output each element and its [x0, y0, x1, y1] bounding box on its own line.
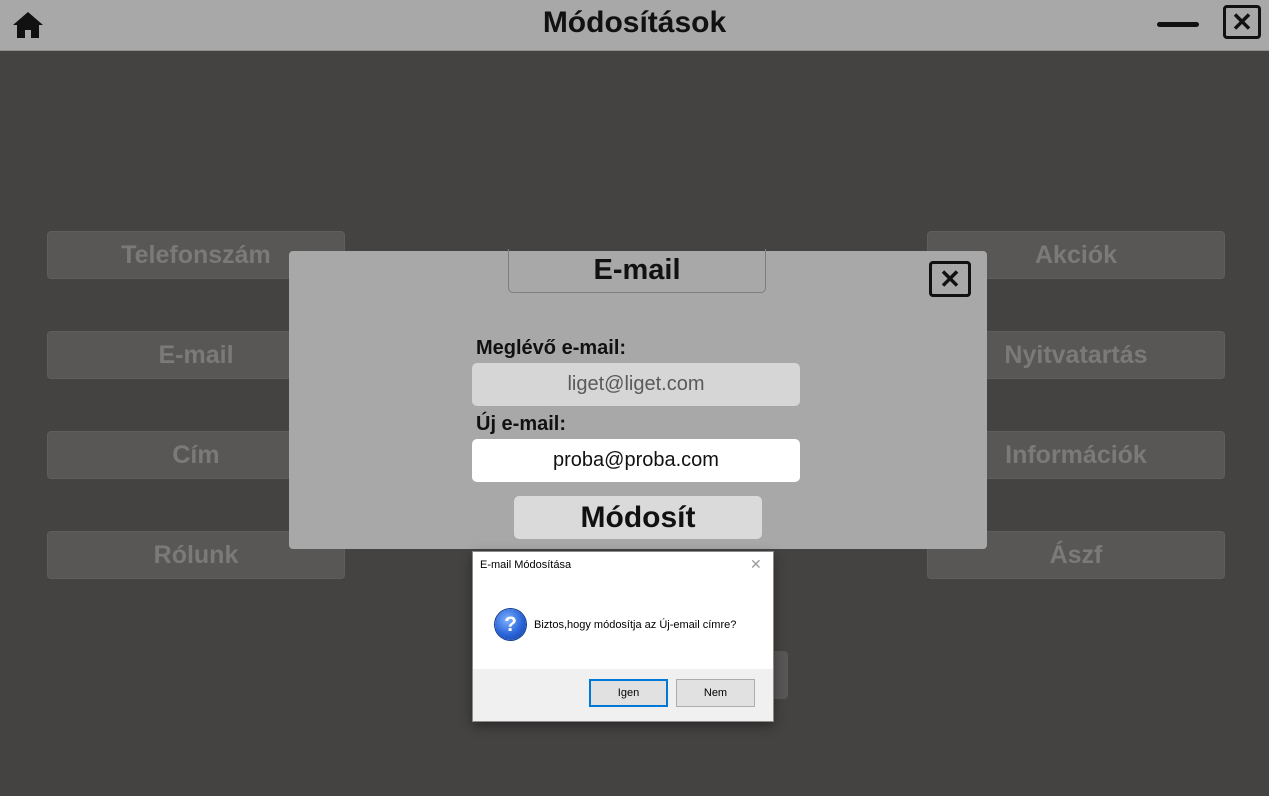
close-icon[interactable]: ✕ — [1223, 5, 1261, 39]
dialog-title: E-mail Módosítása — [480, 559, 572, 571]
confirm-dialog: E-mail Módosítása ✕ ? Biztos,hogy módosí… — [473, 552, 773, 721]
email-edit-panel: E-mail ✕ Meglévő e-mail: Új e-mail: Módo… — [289, 249, 987, 549]
dialog-message: Biztos,hogy módosítja az Új-email címre? — [534, 619, 737, 631]
no-button[interactable]: Nem — [676, 679, 755, 707]
dialog-footer: Igen Nem — [473, 669, 773, 721]
dialog-close-icon[interactable]: ✕ — [750, 556, 762, 573]
title-bar: Módosítások ✕ — [0, 0, 1269, 51]
yes-button[interactable]: Igen — [589, 679, 668, 707]
panel-close-icon[interactable]: ✕ — [929, 261, 971, 297]
existing-email-field — [472, 363, 800, 406]
panel-title: E-mail — [508, 249, 766, 293]
new-email-field[interactable] — [472, 439, 800, 482]
question-icon: ? — [495, 609, 526, 640]
minimize-icon[interactable] — [1157, 12, 1199, 38]
existing-email-label: Meglévő e-mail: — [476, 337, 627, 359]
page-title: Módosítások — [542, 6, 727, 39]
modify-button[interactable]: Módosít — [514, 496, 762, 539]
new-email-label: Új e-mail: — [476, 413, 567, 435]
